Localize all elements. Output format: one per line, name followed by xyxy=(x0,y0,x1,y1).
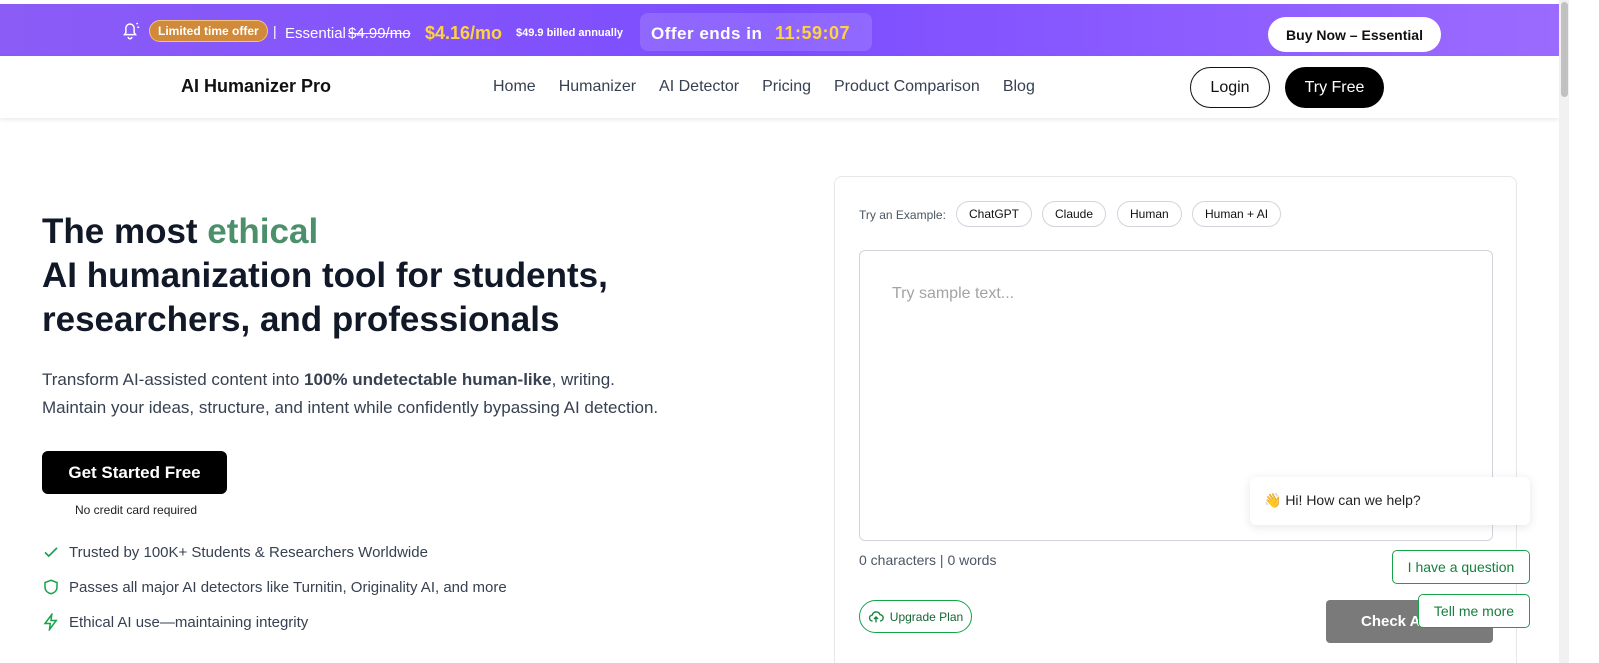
old-price: $4.99/mo xyxy=(348,25,411,42)
nav-ai-detector[interactable]: AI Detector xyxy=(659,78,739,96)
feature-text: Ethical AI use—maintaining integrity xyxy=(69,613,309,631)
logo[interactable]: AI Humanizer Pro xyxy=(181,76,331,97)
feature-text: Passes all major AI detectors like Turni… xyxy=(69,578,507,596)
new-price: $4.16/mo xyxy=(425,23,503,43)
feature-item: Trusted by 100K+ Students & Researchers … xyxy=(42,543,428,561)
check-icon xyxy=(44,547,58,558)
hero-title-accent: ethical xyxy=(207,212,319,251)
buy-now-button[interactable]: Buy Now – Essential xyxy=(1268,17,1441,52)
login-button[interactable]: Login xyxy=(1190,67,1270,108)
nav-product-comparison[interactable]: Product Comparison xyxy=(834,78,980,96)
cloud-upload-icon xyxy=(868,610,884,622)
bell-icon xyxy=(119,19,141,41)
billed-annually-note: $49.9 billed annually xyxy=(516,27,623,39)
feature-item: Ethical AI use—maintaining integrity xyxy=(42,613,308,631)
main-menu: Home Humanizer AI Detector Pricing Produ… xyxy=(493,78,1058,96)
feature-text: Trusted by 100K+ Students & Researchers … xyxy=(69,543,428,561)
nav-pricing[interactable]: Pricing xyxy=(762,78,811,96)
promo-separator: | xyxy=(273,23,277,39)
hero-title-prefix: The most xyxy=(42,212,208,251)
chat-greeting-bubble: 👋 Hi! How can we help? xyxy=(1250,477,1530,525)
hero-title-line3: researchers, and professionals xyxy=(42,300,560,339)
feature-item: Passes all major AI detectors like Turni… xyxy=(42,578,507,596)
offer-ends-label: Offer ends in xyxy=(651,24,763,43)
example-chatgpt-chip[interactable]: ChatGPT xyxy=(956,201,1033,227)
page-scrollbar[interactable] xyxy=(1559,0,1569,663)
nav-humanizer[interactable]: Humanizer xyxy=(559,78,636,96)
nav-home[interactable]: Home xyxy=(493,78,536,96)
chat-option-question[interactable]: I have a question xyxy=(1392,550,1530,584)
countdown-timer: 11:59:07 xyxy=(775,23,851,43)
character-word-count: 0 characters | 0 words xyxy=(859,552,997,568)
hero-sub-line2: Maintain your ideas, structure, and inte… xyxy=(42,398,659,417)
hero-sub-prefix: Transform AI-assisted content into xyxy=(42,370,305,389)
hero-sub-suffix: , writing. xyxy=(551,370,615,389)
limited-offer-badge: Limited time offer xyxy=(149,20,268,42)
example-human-chip[interactable]: Human xyxy=(1117,201,1182,227)
nav-blog[interactable]: Blog xyxy=(1003,78,1035,96)
no-credit-card-note: No credit card required xyxy=(75,503,198,517)
lightning-icon xyxy=(43,613,58,631)
try-free-button[interactable]: Try Free xyxy=(1285,67,1384,108)
upgrade-plan-label: Upgrade Plan xyxy=(889,609,964,624)
chat-option-tell-more[interactable]: Tell me more xyxy=(1418,594,1530,628)
promo-plan-name: Essential xyxy=(285,25,346,42)
hero-subtitle: Transform AI-assisted content into 100% … xyxy=(42,366,762,422)
upgrade-plan-button[interactable]: Upgrade Plan xyxy=(859,600,972,633)
hero-sub-bold: 100% undetectable human-like xyxy=(304,370,552,389)
promo-bar: Limited time offer | Essential $4.99/mo … xyxy=(0,4,1559,56)
example-human-ai-chip[interactable]: Human + AI xyxy=(1192,201,1282,227)
scrollbar-thumb[interactable] xyxy=(1561,2,1568,97)
get-started-button[interactable]: Get Started Free xyxy=(42,451,227,494)
hero-title: The most ethical AI humanization tool fo… xyxy=(42,210,608,342)
example-claude-chip[interactable]: Claude xyxy=(1042,201,1107,227)
try-example-label: Try an Example: xyxy=(859,208,946,222)
shield-icon xyxy=(44,579,58,595)
top-navigation: AI Humanizer Pro Home Humanizer AI Detec… xyxy=(0,56,1559,118)
hero-title-line2: AI humanization tool for students, xyxy=(42,256,608,295)
